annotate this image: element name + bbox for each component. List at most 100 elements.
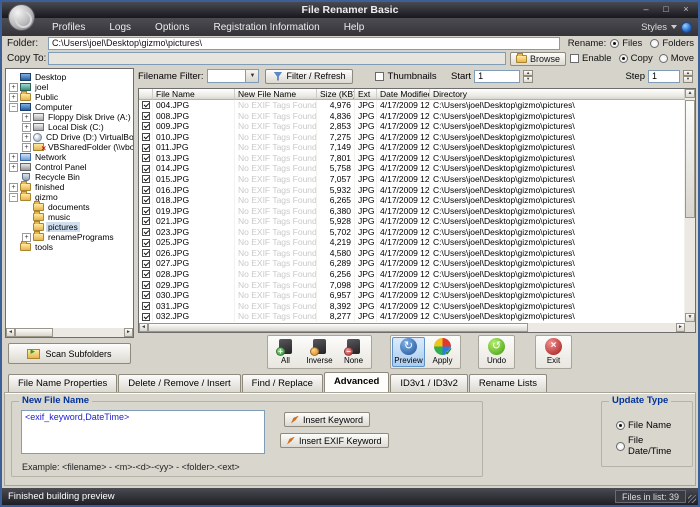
file-datetime-radio[interactable] (616, 442, 625, 451)
filter-refresh-button[interactable]: Filter / Refresh (265, 69, 353, 84)
scrollbar-thumb[interactable] (15, 328, 53, 337)
table-row[interactable]: 028.JPGNo EXIF Tags Found6,256JPG4/17/20… (139, 269, 685, 280)
tree-item[interactable]: Desktop (6, 72, 133, 82)
preview-button[interactable]: ↻Preview (392, 337, 425, 367)
row-checkbox[interactable] (142, 196, 150, 204)
insert-keyword-button[interactable]: Insert Keyword (284, 412, 370, 427)
enable-checkbox[interactable] (570, 54, 579, 63)
collapse-icon[interactable]: − (9, 193, 18, 202)
column-header-file-name[interactable]: File Name (153, 89, 235, 100)
table-row[interactable]: 027.JPGNo EXIF Tags Found6,289JPG4/17/20… (139, 258, 685, 269)
table-row[interactable]: 032.JPGNo EXIF Tags Found8,277JPG4/17/20… (139, 311, 685, 322)
file-name-radio[interactable] (616, 421, 625, 430)
copy-radio[interactable] (619, 54, 628, 63)
tree-item[interactable]: −gizmo (6, 192, 133, 202)
scrollbar-thumb[interactable] (685, 100, 695, 218)
tree-item[interactable]: +Network (6, 152, 133, 162)
menu-item-options[interactable]: Options (143, 20, 201, 35)
maximize-button[interactable]: □ (660, 4, 672, 15)
menu-item-help[interactable]: Help (332, 20, 377, 35)
table-row[interactable]: 019.JPGNo EXIF Tags Found6,380JPG4/17/20… (139, 206, 685, 217)
thumbnails-checkbox[interactable] (375, 72, 384, 81)
row-checkbox[interactable] (142, 281, 150, 289)
row-checkbox[interactable] (142, 175, 150, 183)
step-input[interactable]: 1 (648, 70, 680, 83)
tree-item[interactable]: +CD Drive (D:) VirtualBox Guest (6, 132, 133, 142)
table-row[interactable]: 018.JPGNo EXIF Tags Found6,265JPG4/17/20… (139, 195, 685, 206)
expand-icon[interactable]: + (22, 113, 31, 122)
copy-to-input[interactable] (48, 52, 506, 65)
table-row[interactable]: 015.JPGNo EXIF Tags Found7,057JPG4/17/20… (139, 174, 685, 185)
collapse-icon[interactable]: − (9, 103, 18, 112)
move-radio[interactable] (659, 54, 668, 63)
row-checkbox[interactable] (142, 144, 150, 152)
row-checkbox[interactable] (142, 270, 150, 278)
table-row[interactable]: 021.JPGNo EXIF Tags Found5,928JPG4/17/20… (139, 216, 685, 227)
start-input[interactable]: 1 (474, 70, 520, 83)
expand-icon[interactable]: + (22, 123, 31, 132)
tab-delete-remove-insert[interactable]: Delete / Remove / Insert (118, 374, 240, 392)
rename-files-radio[interactable] (610, 39, 619, 48)
tree-item[interactable]: +Local Disk (C:) (6, 122, 133, 132)
tree-item[interactable]: tools (6, 242, 133, 252)
tab-find-replace[interactable]: Find / Replace (242, 374, 323, 392)
table-row[interactable]: 009.JPGNo EXIF Tags Found2,853JPG4/17/20… (139, 121, 685, 132)
expand-icon[interactable]: + (9, 153, 18, 162)
scroll-right-icon[interactable]: ► (676, 323, 685, 332)
start-spinner[interactable]: ▲▼ (523, 70, 533, 83)
all-button[interactable]: +All (269, 337, 302, 367)
expand-icon[interactable]: + (9, 93, 18, 102)
minimize-button[interactable]: – (640, 4, 652, 15)
expand-icon[interactable]: + (22, 133, 31, 142)
undo-button[interactable]: ↺Undo (480, 337, 513, 367)
table-vertical-scrollbar[interactable]: ▲ ▼ (685, 89, 695, 322)
tab-advanced[interactable]: Advanced (324, 372, 389, 392)
row-checkbox[interactable] (142, 260, 150, 268)
step-spinner[interactable]: ▲▼ (683, 70, 693, 83)
row-checkbox[interactable] (142, 186, 150, 194)
row-checkbox[interactable] (142, 239, 150, 247)
row-checkbox[interactable] (142, 302, 150, 310)
apply-button[interactable]: Apply (426, 337, 459, 367)
menu-item-logs[interactable]: Logs (97, 20, 143, 35)
filename-filter-combobox[interactable]: ▼ (207, 69, 259, 83)
row-checkbox[interactable] (142, 133, 150, 141)
column-header-new-file-name[interactable]: New File Name (235, 89, 317, 100)
row-checkbox[interactable] (142, 228, 150, 236)
table-row[interactable]: 023.JPGNo EXIF Tags Found5,702JPG4/17/20… (139, 227, 685, 238)
browse-button[interactable]: Browse (510, 52, 566, 66)
none-button[interactable]: −None (337, 337, 370, 367)
table-horizontal-scrollbar[interactable]: ◄ ► (139, 323, 685, 332)
row-checkbox[interactable] (142, 249, 150, 257)
row-checkbox[interactable] (142, 291, 150, 299)
scroll-up-icon[interactable]: ▲ (685, 89, 695, 98)
tree-item[interactable]: +Floppy Disk Drive (A:) (6, 112, 133, 122)
inverse-button[interactable]: Inverse (303, 337, 336, 367)
expand-icon[interactable]: + (22, 143, 31, 152)
globe-icon[interactable] (681, 22, 692, 33)
column-header-ext[interactable]: Ext (355, 89, 377, 100)
expand-icon[interactable]: + (9, 83, 18, 92)
table-row[interactable]: 014.JPGNo EXIF Tags Found5,758JPG4/17/20… (139, 163, 685, 174)
tree-item[interactable]: −Computer (6, 102, 133, 112)
column-header-date-modified[interactable]: Date Modified (377, 89, 430, 100)
column-header-checkbox[interactable] (139, 89, 153, 100)
close-button[interactable]: × (680, 4, 692, 15)
scroll-left-icon[interactable]: ◄ (139, 323, 148, 332)
menu-item-registration-information[interactable]: Registration Information (202, 20, 332, 35)
table-row[interactable]: 011.JPGNo EXIF Tags Found7,149JPG4/17/20… (139, 142, 685, 153)
table-row[interactable]: 010.JPGNo EXIF Tags Found7,275JPG4/17/20… (139, 132, 685, 143)
row-checkbox[interactable] (142, 112, 150, 120)
dropdown-arrow-icon[interactable]: ▼ (245, 70, 258, 82)
tree-item[interactable]: documents (6, 202, 133, 212)
tab-id3v1-id3v2[interactable]: ID3v1 / ID3v2 (390, 374, 468, 392)
table-row[interactable]: 008.JPGNo EXIF Tags Found4,836JPG4/17/20… (139, 111, 685, 122)
row-checkbox[interactable] (142, 122, 150, 130)
resize-grip-icon[interactable] (688, 495, 696, 503)
row-checkbox[interactable] (142, 154, 150, 162)
row-checkbox[interactable] (142, 217, 150, 225)
row-checkbox[interactable] (142, 313, 150, 321)
scroll-down-icon[interactable]: ▼ (685, 313, 695, 322)
scan-subfolders-button[interactable]: Scan Subfolders (8, 343, 131, 364)
scrollbar-thumb[interactable] (148, 323, 528, 332)
